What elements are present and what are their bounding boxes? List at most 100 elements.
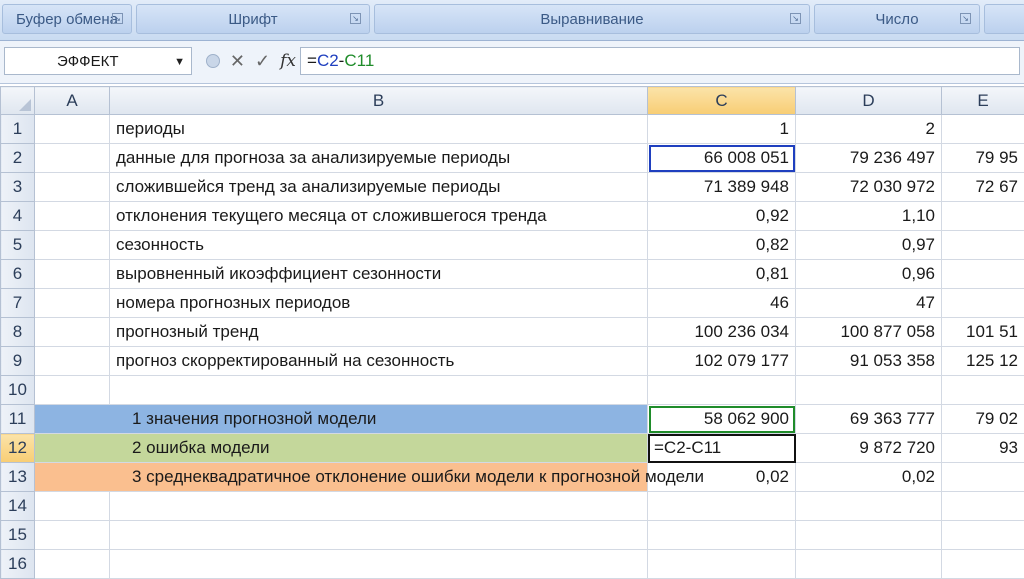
cell-b1[interactable]: периоды: [110, 115, 648, 144]
cell-d6[interactable]: 0,96: [796, 260, 942, 289]
cell-c3[interactable]: 71 389 948: [648, 173, 796, 202]
cell-b9[interactable]: прогноз скорректированный на сезонность: [110, 347, 648, 376]
chevron-down-icon[interactable]: ▼: [174, 48, 185, 76]
cell-b2[interactable]: данные для прогноза за анализируемые пер…: [110, 144, 648, 173]
cell-a1[interactable]: [35, 115, 110, 144]
dialog-launcher-icon[interactable]: ↘: [790, 13, 801, 24]
cell-d2[interactable]: 79 236 497: [796, 144, 942, 173]
cell-a14[interactable]: [35, 492, 110, 521]
cell-c1[interactable]: 1: [648, 115, 796, 144]
row-header[interactable]: 10: [1, 376, 35, 405]
cell-e6[interactable]: [942, 260, 1024, 289]
cell-d4[interactable]: 1,10: [796, 202, 942, 231]
insert-function-icon[interactable]: fx: [280, 51, 296, 71]
cell-a9[interactable]: [35, 347, 110, 376]
cell-d16[interactable]: [796, 550, 942, 579]
cell-d5[interactable]: 0,97: [796, 231, 942, 260]
cell-e9[interactable]: 125 12: [942, 347, 1024, 376]
row-header[interactable]: 11: [1, 405, 35, 434]
cell-e7[interactable]: [942, 289, 1024, 318]
name-box[interactable]: ЭФФЕКТ ▼: [4, 47, 192, 75]
dialog-launcher-icon[interactable]: ↘: [112, 13, 123, 24]
formula-input[interactable]: =C2-C11: [300, 47, 1020, 75]
cell-d11[interactable]: 69 363 777: [796, 405, 942, 434]
cell-b10[interactable]: [110, 376, 648, 405]
cell-d10[interactable]: [796, 376, 942, 405]
cell-e8[interactable]: 101 51: [942, 318, 1024, 347]
cell-e12[interactable]: 93: [942, 434, 1024, 463]
cell-a4[interactable]: [35, 202, 110, 231]
row-header[interactable]: 16: [1, 550, 35, 579]
cell-e13[interactable]: [942, 463, 1024, 492]
cancel-icon[interactable]: ✕: [230, 51, 245, 72]
row-header[interactable]: 6: [1, 260, 35, 289]
row-header[interactable]: 12: [1, 434, 35, 463]
cell-d1[interactable]: 2: [796, 115, 942, 144]
cell-b16[interactable]: [110, 550, 648, 579]
cell-c6[interactable]: 0,81: [648, 260, 796, 289]
cell-d12[interactable]: 9 872 720: [796, 434, 942, 463]
cell-c7[interactable]: 46: [648, 289, 796, 318]
ribbon-group-styles[interactable]: [984, 4, 1024, 34]
ribbon-group-clipboard[interactable]: Буфер обмена ↘: [2, 4, 132, 34]
cell-e1[interactable]: [942, 115, 1024, 144]
cell-b3[interactable]: сложившейся тренд за анализируемые перио…: [110, 173, 648, 202]
column-header-b[interactable]: B: [110, 87, 648, 115]
cell-c16[interactable]: [648, 550, 796, 579]
cell-d13[interactable]: 0,02: [796, 463, 942, 492]
cell-d3[interactable]: 72 030 972: [796, 173, 942, 202]
cell-b8[interactable]: прогнозный тренд: [110, 318, 648, 347]
cell-e2[interactable]: 79 95: [942, 144, 1024, 173]
cell-c2[interactable]: 66 008 051: [648, 144, 796, 173]
cell-c9[interactable]: 102 079 177: [648, 347, 796, 376]
enter-check-icon[interactable]: ✓: [255, 51, 270, 72]
cell-c4[interactable]: 0,92: [648, 202, 796, 231]
cell-b11[interactable]: 1 значения прогнозной модели: [35, 405, 648, 434]
cell-a6[interactable]: [35, 260, 110, 289]
cell-c8[interactable]: 100 236 034: [648, 318, 796, 347]
cell-a2[interactable]: [35, 144, 110, 173]
cell-d14[interactable]: [796, 492, 942, 521]
cell-d15[interactable]: [796, 521, 942, 550]
select-all-corner[interactable]: [1, 87, 35, 115]
cell-e15[interactable]: [942, 521, 1024, 550]
cell-d9[interactable]: 91 053 358: [796, 347, 942, 376]
cell-e16[interactable]: [942, 550, 1024, 579]
cell-e3[interactable]: 72 67: [942, 173, 1024, 202]
dialog-launcher-icon[interactable]: ↘: [960, 13, 971, 24]
cell-c5[interactable]: 0,82: [648, 231, 796, 260]
cell-e4[interactable]: [942, 202, 1024, 231]
cell-b15[interactable]: [110, 521, 648, 550]
ribbon-group-number[interactable]: Число ↘: [814, 4, 980, 34]
cell-b6[interactable]: выровненный икоэффициент сезонности: [110, 260, 648, 289]
row-header[interactable]: 14: [1, 492, 35, 521]
row-header[interactable]: 8: [1, 318, 35, 347]
cell-e5[interactable]: [942, 231, 1024, 260]
row-header[interactable]: 5: [1, 231, 35, 260]
cell-e11[interactable]: 79 02: [942, 405, 1024, 434]
cell-b7[interactable]: номера прогнозных периодов: [110, 289, 648, 318]
column-header-d[interactable]: D: [796, 87, 942, 115]
cell-d7[interactable]: 47: [796, 289, 942, 318]
cell-c12-active[interactable]: =C2-C11: [648, 434, 796, 463]
row-header[interactable]: 7: [1, 289, 35, 318]
ribbon-group-font[interactable]: Шрифт ↘: [136, 4, 370, 34]
row-header[interactable]: 9: [1, 347, 35, 376]
cell-e10[interactable]: [942, 376, 1024, 405]
cell-a8[interactable]: [35, 318, 110, 347]
row-header[interactable]: 3: [1, 173, 35, 202]
row-header[interactable]: 13: [1, 463, 35, 492]
cell-a3[interactable]: [35, 173, 110, 202]
row-header[interactable]: 1: [1, 115, 35, 144]
cell-a5[interactable]: [35, 231, 110, 260]
cell-c14[interactable]: [648, 492, 796, 521]
row-header[interactable]: 2: [1, 144, 35, 173]
ribbon-group-alignment[interactable]: Выравнивание ↘: [374, 4, 810, 34]
cell-b5[interactable]: сезонность: [110, 231, 648, 260]
cell-a16[interactable]: [35, 550, 110, 579]
cell-c10[interactable]: [648, 376, 796, 405]
dialog-launcher-icon[interactable]: ↘: [350, 13, 361, 24]
cell-b14[interactable]: [110, 492, 648, 521]
cell-b13[interactable]: 3 среднеквадратичное отклонение ошибки м…: [35, 463, 648, 492]
row-header[interactable]: 15: [1, 521, 35, 550]
